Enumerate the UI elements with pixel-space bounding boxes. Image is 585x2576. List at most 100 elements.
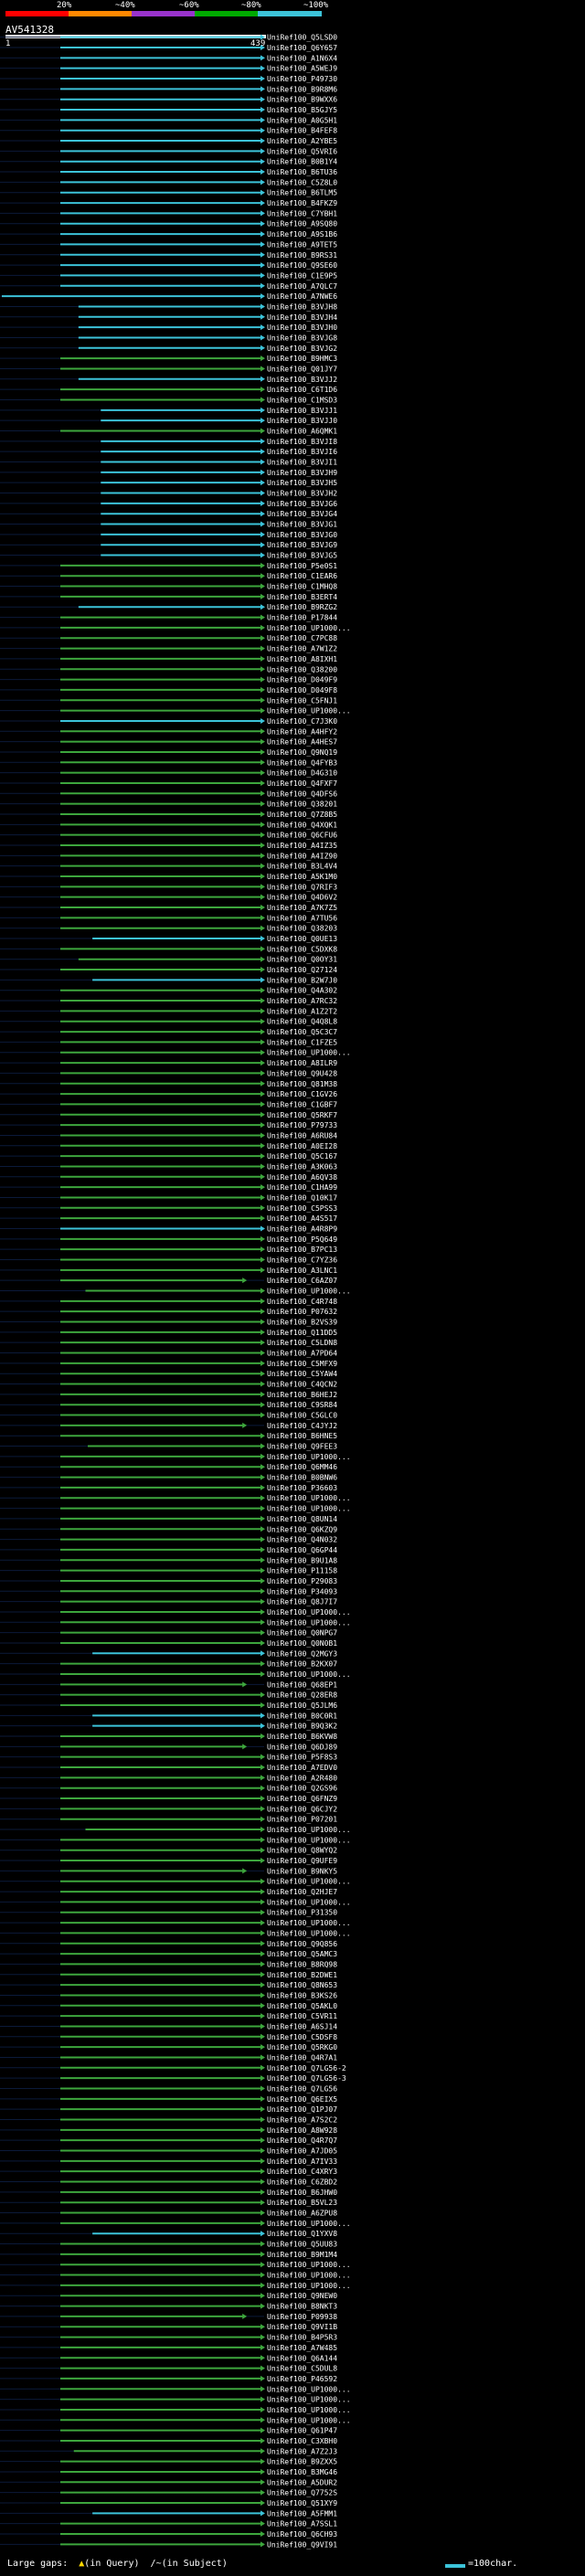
- hit-accession-label[interactable]: UniRef100_UP1000...: [267, 1826, 351, 1834]
- hit-accession-label[interactable]: UniRef100_Q5C3C7: [267, 1028, 337, 1036]
- hit-accession-label[interactable]: UniRef100_P5Q649: [267, 1235, 337, 1244]
- hit-accession-label[interactable]: UniRef100_UP1000...: [267, 1898, 351, 1906]
- hit-accession-label[interactable]: UniRef100_C1FZE5: [267, 1038, 337, 1046]
- hit-accession-label[interactable]: UniRef100_B9HMC3: [267, 355, 337, 363]
- hit-accession-label[interactable]: UniRef100_Q68EP1: [267, 1680, 337, 1689]
- hit-accession-label[interactable]: UniRef100_Q5C167: [267, 1152, 337, 1161]
- hit-accession-label[interactable]: UniRef100_A5DUR2: [267, 2478, 337, 2486]
- hit-accession-label[interactable]: UniRef100_Q6CH93: [267, 2530, 337, 2539]
- hit-accession-label[interactable]: UniRef100_A8ILR9: [267, 1059, 337, 1067]
- hit-accession-label[interactable]: UniRef100_B3L4V4: [267, 863, 337, 871]
- hit-accession-label[interactable]: UniRef100_B9M1M4: [267, 2251, 337, 2259]
- hit-accession-label[interactable]: UniRef100_A7W485: [267, 2344, 337, 2352]
- hit-accession-label[interactable]: UniRef100_Q4XQK1: [267, 821, 337, 829]
- hit-accession-label[interactable]: UniRef100_B3ERT4: [267, 593, 337, 601]
- hit-accession-label[interactable]: UniRef100_P5e0S1: [267, 562, 337, 570]
- hit-accession-label[interactable]: UniRef100_C5PSS3: [267, 1204, 337, 1213]
- hit-accession-label[interactable]: UniRef100_C5GLC0: [267, 1412, 337, 1420]
- hit-accession-label[interactable]: UniRef100_Q4A302: [267, 987, 337, 995]
- hit-accession-label[interactable]: UniRef100_Q81M38: [267, 1080, 337, 1088]
- hit-accession-label[interactable]: UniRef100_C1E9P5: [267, 271, 337, 280]
- hit-accession-label[interactable]: UniRef100_P07201: [267, 1816, 337, 1824]
- hit-accession-label[interactable]: UniRef100_Q5UU83: [267, 2241, 337, 2249]
- hit-accession-label[interactable]: UniRef100_Q4N032: [267, 1536, 337, 1544]
- hit-accession-label[interactable]: UniRef100_B3VJG1: [267, 521, 337, 529]
- hit-accession-label[interactable]: UniRef100_UP1000...: [267, 707, 351, 716]
- hit-accession-label[interactable]: UniRef100_A9TET5: [267, 240, 337, 249]
- hit-accession-label[interactable]: UniRef100_B3VJJ1: [267, 407, 337, 415]
- hit-accession-label[interactable]: UniRef100_C4R748: [267, 1298, 337, 1306]
- hit-accession-label[interactable]: UniRef100_C1GV26: [267, 1090, 337, 1098]
- hit-accession-label[interactable]: UniRef100_P5F8S3: [267, 1754, 337, 1762]
- hit-accession-label[interactable]: UniRef100_B3VJG9: [267, 541, 337, 549]
- hit-accession-label[interactable]: UniRef100_A7TU56: [267, 914, 337, 922]
- hit-accession-label[interactable]: UniRef100_B6TU36: [267, 168, 337, 176]
- hit-accession-label[interactable]: UniRef100_P34093: [267, 1587, 337, 1595]
- hit-accession-label[interactable]: UniRef100_Q61P47: [267, 2427, 337, 2435]
- hit-accession-label[interactable]: UniRef100_Q9VI91: [267, 2540, 337, 2549]
- hit-accession-label[interactable]: UniRef100_B9NKY5: [267, 1867, 337, 1875]
- hit-accession-label[interactable]: UniRef100_Q9SE60: [267, 261, 337, 270]
- hit-accession-label[interactable]: UniRef100_B0BNW6: [267, 1474, 337, 1482]
- hit-accession-label[interactable]: UniRef100_B6HEJ2: [267, 1391, 337, 1399]
- hit-accession-label[interactable]: UniRef100_Q6CJY2: [267, 1805, 337, 1813]
- hit-accession-label[interactable]: UniRef100_B3VJJ2: [267, 376, 337, 384]
- hit-accession-label[interactable]: UniRef100_B8NKT3: [267, 2303, 337, 2311]
- hit-accession-label[interactable]: UniRef100_C5DXK8: [267, 945, 337, 953]
- hit-accession-label[interactable]: UniRef100_C4XRY3: [267, 2168, 337, 2176]
- hit-accession-label[interactable]: UniRef100_Q9U428: [267, 1069, 337, 1077]
- hit-accession-label[interactable]: UniRef100_B4FEF8: [267, 127, 337, 135]
- hit-accession-label[interactable]: UniRef100_B3VJJ0: [267, 417, 337, 425]
- hit-accession-label[interactable]: UniRef100_A6QV38: [267, 1173, 337, 1182]
- hit-accession-label[interactable]: UniRef100_B3VJI6: [267, 448, 337, 456]
- hit-accession-label[interactable]: UniRef100_Q28ER8: [267, 1691, 337, 1700]
- hit-accession-label[interactable]: UniRef100_Q4Q8L8: [267, 1018, 337, 1026]
- hit-accession-label[interactable]: UniRef100_B2W7J0: [267, 976, 337, 984]
- hit-accession-label[interactable]: UniRef100_A9S1B6: [267, 230, 337, 239]
- hit-accession-label[interactable]: UniRef100_A3K063: [267, 1162, 337, 1171]
- hit-accession-label[interactable]: UniRef100_Q27124: [267, 966, 337, 974]
- hit-accession-label[interactable]: UniRef100_C6T1D6: [267, 386, 337, 394]
- hit-accession-label[interactable]: UniRef100_Q6A144: [267, 2354, 337, 2362]
- hit-accession-label[interactable]: UniRef100_A4R8P9: [267, 1224, 337, 1233]
- hit-accession-label[interactable]: UniRef100_C5VR11: [267, 2012, 337, 2020]
- hit-accession-label[interactable]: UniRef100_B9RZG2: [267, 603, 337, 611]
- hit-accession-label[interactable]: UniRef100_A6SJ14: [267, 2022, 337, 2030]
- hit-accession-label[interactable]: UniRef100_UP1000...: [267, 2385, 351, 2393]
- hit-accession-label[interactable]: UniRef100_Q5RKG0: [267, 2043, 337, 2051]
- hit-accession-label[interactable]: UniRef100_B3VJG4: [267, 510, 337, 518]
- hit-accession-label[interactable]: UniRef100_C1GBF7: [267, 1100, 337, 1108]
- hit-accession-label[interactable]: UniRef100_UP1000...: [267, 1608, 351, 1617]
- hit-accession-label[interactable]: UniRef100_P11158: [267, 1567, 337, 1575]
- hit-accession-label[interactable]: UniRef100_A7NWE6: [267, 292, 337, 301]
- hit-accession-label[interactable]: UniRef100_B3VJG2: [267, 345, 337, 353]
- hit-accession-label[interactable]: UniRef100_P79733: [267, 1121, 337, 1129]
- hit-accession-label[interactable]: UniRef100_Q4D6V2: [267, 894, 337, 902]
- hit-accession-label[interactable]: UniRef100_Q2MGY3: [267, 1649, 337, 1658]
- hit-accession-label[interactable]: UniRef100_A4S517: [267, 1214, 337, 1223]
- hit-accession-label[interactable]: UniRef100_UP1000...: [267, 1878, 351, 1886]
- hit-accession-label[interactable]: UniRef100_B6KVW8: [267, 1733, 337, 1741]
- hit-accession-label[interactable]: UniRef100_B3VJH2: [267, 490, 337, 498]
- hit-accession-label[interactable]: UniRef100_B3VJH4: [267, 313, 337, 322]
- hit-accession-label[interactable]: UniRef100_Q38203: [267, 925, 337, 933]
- hit-accession-label[interactable]: UniRef100_B3VJH5: [267, 479, 337, 487]
- hit-accession-label[interactable]: UniRef100_A5WEJ9: [267, 65, 337, 73]
- hit-accession-label[interactable]: UniRef100_C1MHQ8: [267, 583, 337, 591]
- hit-accession-label[interactable]: UniRef100_Q6EIX5: [267, 2095, 337, 2104]
- hit-accession-label[interactable]: UniRef100_B3VJH8: [267, 302, 337, 311]
- hit-accession-label[interactable]: UniRef100_P17844: [267, 614, 337, 622]
- hit-accession-label[interactable]: UniRef100_Q5AMC3: [267, 1950, 337, 1958]
- hit-accession-label[interactable]: UniRef100_B9Q3K2: [267, 1723, 337, 1731]
- hit-accession-label[interactable]: UniRef100_B2DWE1: [267, 1971, 337, 1979]
- hit-accession-label[interactable]: UniRef100_A1Z2T2: [267, 1007, 337, 1015]
- hit-accession-label[interactable]: UniRef100_B3VJG5: [267, 552, 337, 560]
- hit-accession-label[interactable]: UniRef100_UP1000...: [267, 2396, 351, 2404]
- hit-accession-label[interactable]: UniRef100_A2YBE5: [267, 137, 337, 145]
- hit-accession-label[interactable]: UniRef100_B5VL23: [267, 2199, 337, 2207]
- hit-accession-label[interactable]: UniRef100_B5GJY5: [267, 106, 337, 114]
- hit-accession-label[interactable]: UniRef100_Q51XY9: [267, 2499, 337, 2507]
- hit-accession-label[interactable]: UniRef100_C1HA99: [267, 1183, 337, 1192]
- hit-accession-label[interactable]: UniRef100_UP1000...: [267, 1505, 351, 1513]
- hit-accession-label[interactable]: UniRef100_UP1000...: [267, 2282, 351, 2290]
